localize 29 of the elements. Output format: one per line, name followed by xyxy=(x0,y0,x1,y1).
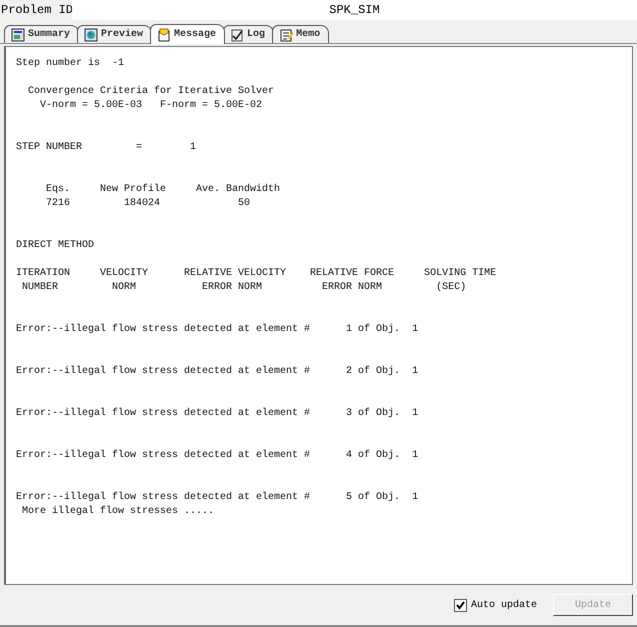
tab[interactable]: Log xyxy=(223,25,274,43)
log-line: STEP NUMBER = 1 xyxy=(16,141,198,155)
log-line: DIRECT METHOD xyxy=(16,239,96,253)
log-line: Eqs. New Profile Ave. Bandwidth xyxy=(45,183,282,197)
log-line: Error:--illegal flow stress detected at element # 4 of Obj. 1 xyxy=(16,449,420,463)
envelope-icon xyxy=(157,28,172,42)
tab[interactable]: Summary xyxy=(4,25,80,43)
tab[interactable]: Preview xyxy=(77,25,152,43)
log-line: Error:--illegal flow stress detected at element # 5 of Obj. 1 xyxy=(16,491,420,505)
log-line: Error:--illegal flow stress detected at element # 2 of Obj. 1 xyxy=(16,365,420,379)
log-line: Step number is -1 xyxy=(16,57,126,71)
log-line: V-norm = 5.00E-03 F-norm = 5.00E-02 xyxy=(39,99,264,113)
checkmark-icon xyxy=(230,28,244,42)
problem-id-field[interactable]: SPK_SIM xyxy=(72,0,637,20)
log-line: ITERATION VELOCITY RELATIVE VELOCITY RELATIVE FORCE SOLVING TIME xyxy=(16,267,498,281)
window-icon xyxy=(11,28,25,42)
log-line: NUMBER NORM ERROR NORM ERROR NORM (SEC) xyxy=(21,281,468,295)
log-line: Error:--illegal flow stress detected at element # 1 of Obj. 1 xyxy=(16,323,420,337)
tab[interactable]: Message xyxy=(150,24,226,44)
tab[interactable]: Memo xyxy=(272,25,330,43)
log-line: Error:--illegal flow stress detected at element # 3 of Obj. 1 xyxy=(16,407,420,421)
log-line: More illegal flow stresses ..... xyxy=(21,505,216,519)
globe-icon xyxy=(84,28,98,42)
auto-update-checkbox[interactable] xyxy=(454,598,467,612)
problem-id-label: Problem ID xyxy=(0,2,72,19)
notepad-icon xyxy=(279,28,294,42)
log-line: Convergence Criteria for Iterative Solver xyxy=(27,85,276,99)
log-line: 7216 184024 50 xyxy=(45,197,252,211)
auto-update-label: Auto update xyxy=(470,598,537,612)
